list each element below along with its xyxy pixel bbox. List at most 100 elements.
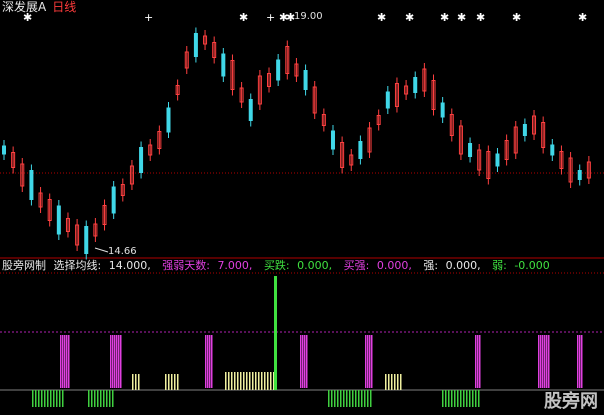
chart-canvas: ✱ + ✱ + ✱✱ ✱ ✱ ✱ ✱ ✱ ✱ ✱ — [0, 11, 604, 407]
indicator-bar — [32, 390, 34, 407]
indicator-bar — [302, 335, 304, 388]
candle-body — [358, 141, 363, 159]
signal-star-icon: + — [144, 11, 153, 24]
indicator-bar — [62, 335, 64, 388]
indicator-bar — [228, 372, 230, 390]
watermark-logo: 股旁网 — [544, 391, 598, 412]
signal-star-icon: ✱ — [440, 11, 449, 24]
indicator-bar — [171, 374, 173, 390]
signal-star-icon: ✱ — [377, 11, 386, 24]
indicator-bar — [451, 390, 453, 407]
candle-body — [166, 107, 171, 133]
indicator-bar — [100, 390, 102, 407]
indicator-bar — [118, 335, 120, 388]
indicator-bar — [246, 372, 248, 390]
indicator-name: 股旁网制 — [2, 259, 46, 272]
candle-body — [193, 33, 198, 57]
indicator-bar — [243, 372, 245, 390]
window-title: 深发展A 日线 — [2, 0, 76, 14]
indicator-bar — [47, 390, 49, 407]
indicator-bar — [112, 335, 114, 388]
indicator-bar — [334, 390, 336, 407]
indicator-bar — [364, 390, 366, 407]
indicator-bar — [546, 335, 548, 388]
candle-body — [221, 53, 226, 77]
indicator-bar — [267, 372, 269, 390]
indicator-bar — [475, 390, 477, 407]
indicator-bar — [264, 372, 266, 390]
indicator-bar — [358, 390, 360, 407]
indicator-bar — [579, 335, 581, 388]
indicator-bar — [110, 335, 112, 388]
indicator-bar — [463, 390, 465, 407]
indicator-bar — [365, 335, 367, 388]
indicator-bar — [94, 390, 96, 407]
indicator-bar — [270, 372, 272, 390]
indicator-bar — [44, 390, 46, 407]
indicator-bar — [66, 335, 68, 388]
indicator-bar — [394, 374, 396, 390]
indicator-bar — [352, 390, 354, 407]
candle-body — [468, 143, 473, 157]
indicator-item: 弱: -0.000 — [492, 259, 550, 272]
stock-name: 深发展A — [2, 0, 47, 14]
candle-body — [29, 170, 34, 200]
indicator-bar — [68, 335, 70, 388]
indicator-bar — [120, 335, 122, 388]
indicator-bar — [205, 335, 207, 388]
indicator-bar — [448, 390, 450, 407]
high-price-label: 19.00 — [294, 11, 323, 22]
indicator-item: 买强: 0.000, — [343, 259, 412, 272]
signal-star-icon: ✱ — [512, 11, 521, 24]
indicator-bar — [64, 335, 66, 388]
indicator-bar — [258, 372, 260, 390]
indicator-bar — [138, 374, 140, 390]
indicator-bar — [370, 390, 372, 407]
indicator-bar — [477, 335, 479, 388]
indicator-bar — [165, 374, 167, 390]
indicator-item: 选择均线: 14.000, — [53, 259, 151, 272]
indicator-bar — [234, 372, 236, 390]
indicator-bar — [211, 335, 213, 388]
candlestick-series — [2, 27, 591, 260]
candle-body — [330, 130, 335, 150]
indicator-bar — [346, 390, 348, 407]
candle-body — [84, 226, 89, 254]
indicator-bar — [109, 390, 111, 407]
signal-star-icon: + — [266, 11, 275, 24]
candle-body — [577, 170, 582, 180]
indicator-bar — [371, 335, 373, 388]
indicator-bar — [209, 335, 211, 388]
indicator-item: 强: 0.000, — [423, 259, 481, 272]
indicator-bar — [112, 390, 114, 407]
indicator-bar — [469, 390, 471, 407]
low-price-label: 14.66 — [108, 246, 137, 257]
indicator-bar — [97, 390, 99, 407]
indicator-bar — [540, 335, 542, 388]
indicator-bar — [369, 335, 371, 388]
indicator-bar — [340, 390, 342, 407]
indicator-bar — [252, 372, 254, 390]
indicator-bar — [349, 390, 351, 407]
indicator-bar — [62, 390, 64, 407]
candle-body — [56, 205, 61, 235]
indicator-bar — [478, 390, 480, 407]
indicator-bar — [60, 335, 62, 388]
candle-body — [495, 153, 500, 167]
signal-star-icon: ✱ — [405, 11, 414, 24]
indicator-bar — [445, 390, 447, 407]
indicator-bar — [255, 372, 257, 390]
indicator-legend: 股旁网制 选择均线: 14.000, 强弱天数: 7.000, 买跌: 0.00… — [2, 259, 558, 273]
indicator-bar — [103, 390, 105, 407]
indicator-bar — [168, 374, 170, 390]
indicator-bar — [472, 390, 474, 407]
indicator-bar — [41, 390, 43, 407]
indicator-bar — [304, 335, 306, 388]
indicator-bar — [231, 372, 233, 390]
indicator-bar — [343, 390, 345, 407]
indicator-bar — [581, 335, 583, 388]
indicator-bar — [542, 335, 544, 388]
indicator-bar — [460, 390, 462, 407]
indicator-bar — [106, 390, 108, 407]
signal-star-icon: ✱ — [457, 11, 466, 24]
